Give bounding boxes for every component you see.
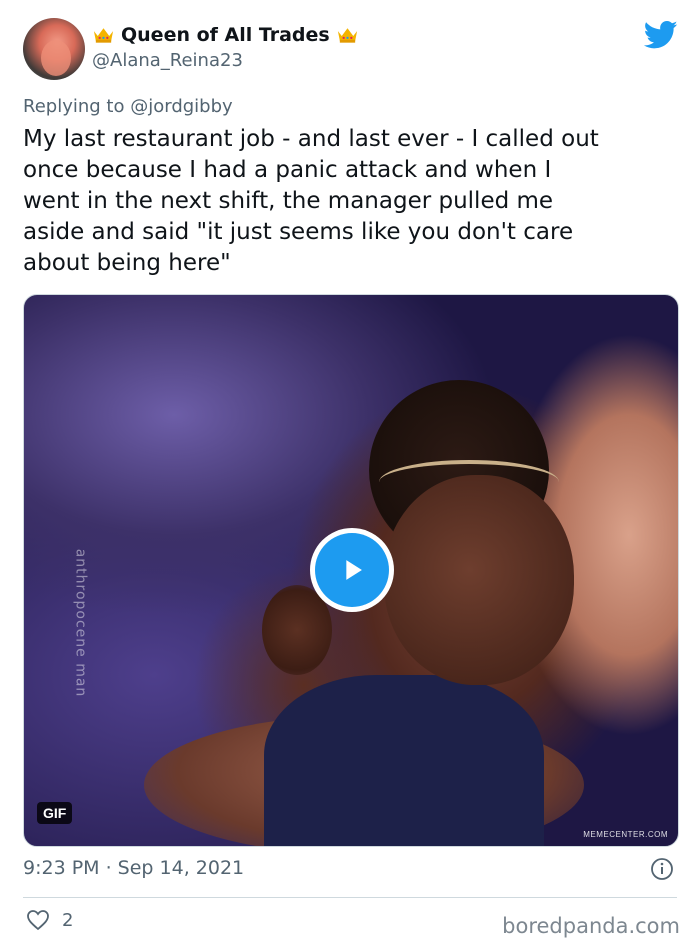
tweet-text: My last restaurant job - and last ever -…: [23, 126, 599, 276]
media-headband-shape: [379, 460, 559, 504]
user-handle[interactable]: @Alana_Reina23: [92, 50, 243, 71]
heart-icon: [27, 910, 49, 931]
twitter-bird-icon[interactable]: [644, 20, 678, 50]
replying-prefix: Replying to: [23, 96, 125, 117]
gif-media[interactable]: anthropocene man GIF MEMECENTER.COM: [23, 294, 679, 847]
divider: [23, 897, 677, 898]
memecenter-watermark: MEMECENTER.COM: [583, 830, 668, 839]
media-shirt-shape: [264, 675, 544, 846]
play-button[interactable]: [310, 528, 394, 612]
reply-mention-link[interactable]: @jordgibby: [130, 96, 232, 117]
replying-to-line: Replying to @jordgibby: [23, 96, 233, 117]
side-watermark: anthropocene man: [72, 548, 89, 698]
info-icon[interactable]: [650, 857, 674, 881]
media-face-shape: [384, 475, 574, 685]
display-name: Queen of All Trades: [121, 24, 330, 46]
play-icon: [346, 560, 362, 580]
like-count: 2: [62, 909, 74, 931]
display-name-row[interactable]: Queen of All Trades: [92, 24, 359, 46]
like-button[interactable]: 2: [26, 909, 73, 931]
tweet-timestamp[interactable]: 9:23 PM · Sep 14, 2021: [23, 857, 244, 879]
gif-badge: GIF: [37, 802, 73, 824]
crown-icon: [93, 28, 114, 43]
avatar[interactable]: [23, 18, 85, 80]
crown-icon: [337, 28, 357, 43]
source-watermark: boredpanda.com: [502, 914, 680, 938]
